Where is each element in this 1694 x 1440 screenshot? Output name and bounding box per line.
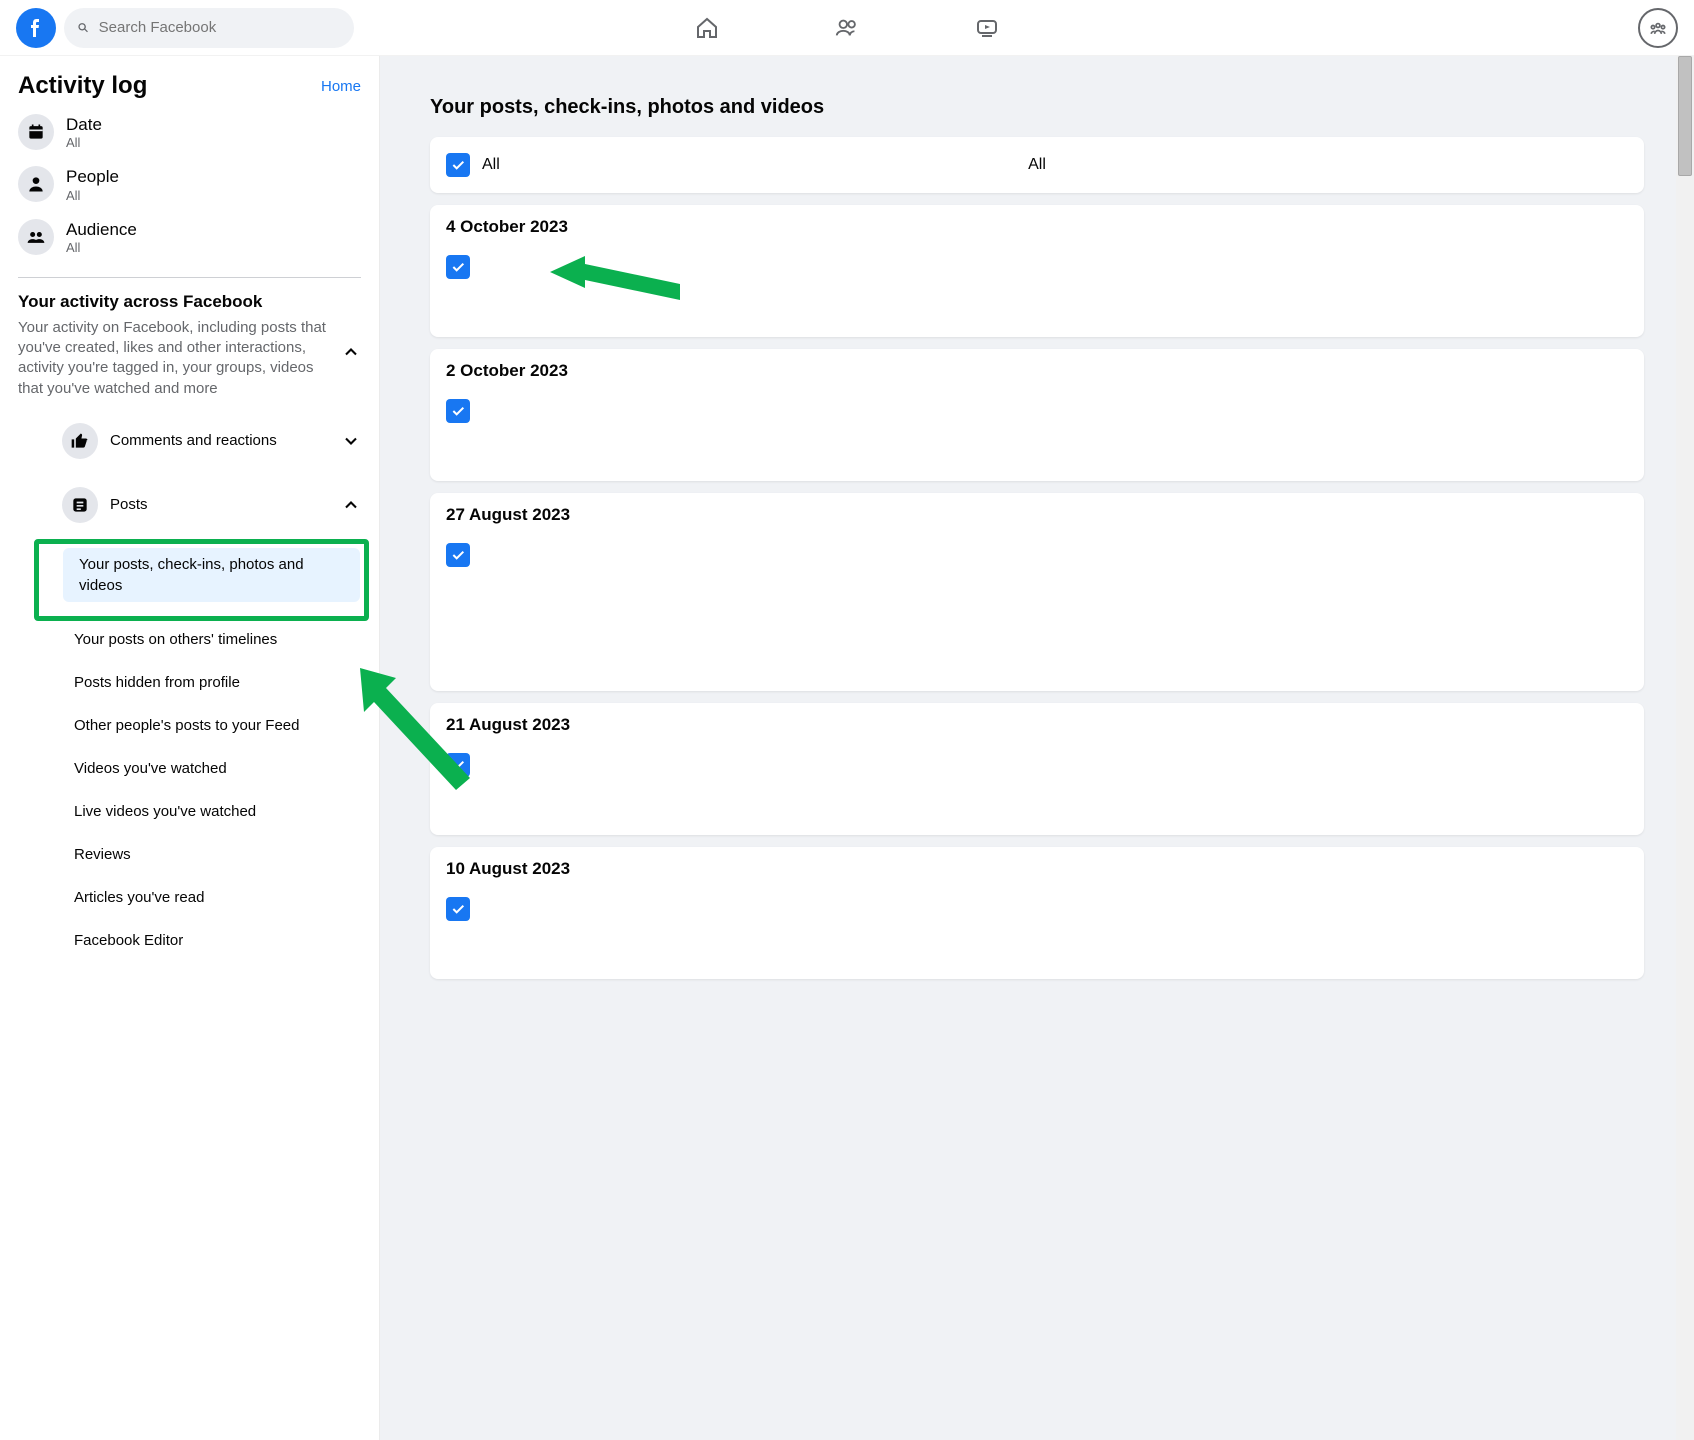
sub-live-videos[interactable]: Live videos you've watched (58, 795, 365, 828)
check-icon (450, 259, 466, 275)
groups-icon (1648, 18, 1668, 38)
entry-body (446, 753, 1628, 817)
entry-checkbox[interactable] (446, 543, 470, 567)
posts-sublist: Your posts, check-ins, photos and videos… (14, 539, 365, 957)
posts-icon (62, 487, 98, 523)
nav-home[interactable] (682, 3, 732, 53)
activity-section[interactable]: Your activity across Facebook Your activ… (14, 292, 365, 399)
entry-date: 27 August 2023 (446, 505, 1628, 525)
sidebar-title: Activity log (18, 72, 147, 100)
annotation-box: Your posts, check-ins, photos and videos (34, 539, 369, 621)
chevron-up-icon[interactable] (341, 495, 361, 515)
entry-card: 2 October 2023 (430, 349, 1644, 481)
select-all-card: All All (430, 137, 1644, 193)
entry-date: 4 October 2023 (446, 217, 1628, 237)
entry-checkbox[interactable] (446, 399, 470, 423)
filter-date-title: Date (66, 114, 102, 135)
filter-people-title: People (66, 166, 119, 187)
main-content: Your posts, check-ins, photos and videos… (380, 56, 1694, 1440)
activity-section-desc: Your activity on Facebook, including pos… (18, 318, 329, 399)
entry-card: 21 August 2023 (430, 703, 1644, 835)
activity-section-title: Your activity across Facebook (18, 292, 329, 312)
sub-posts-others[interactable]: Your posts on others' timelines (58, 623, 365, 656)
chevron-down-icon[interactable] (341, 431, 361, 451)
filter-date-sub: All (66, 135, 102, 150)
entry-checkbox[interactable] (446, 255, 470, 279)
sub-videos-watched[interactable]: Videos you've watched (58, 752, 365, 785)
search-input[interactable] (99, 19, 342, 36)
nav-posts-label: Posts (110, 496, 329, 513)
nav-comments-label: Comments and reactions (110, 432, 329, 449)
entry-date: 10 August 2023 (446, 859, 1628, 879)
filter-date[interactable]: Date All (14, 106, 365, 158)
thumbs-up-icon (62, 423, 98, 459)
sub-facebook-editor[interactable]: Facebook Editor (58, 924, 365, 957)
entry-body (446, 255, 1628, 319)
check-icon (450, 901, 466, 917)
nav-friends[interactable] (822, 3, 872, 53)
sub-hidden-posts[interactable]: Posts hidden from profile (58, 666, 365, 699)
sub-articles[interactable]: Articles you've read (58, 881, 365, 914)
entry-body (446, 399, 1628, 463)
audience-icon (18, 219, 54, 255)
check-icon (450, 757, 466, 773)
page-title: Your posts, check-ins, photos and videos (430, 96, 1644, 119)
entry-date: 2 October 2023 (446, 361, 1628, 381)
entry-body (446, 897, 1628, 961)
entry-card: 10 August 2023 (430, 847, 1644, 979)
chevron-up-icon[interactable] (341, 342, 361, 362)
entry-card: 27 August 2023 (430, 493, 1644, 691)
person-icon (18, 166, 54, 202)
entry-date: 21 August 2023 (446, 715, 1628, 735)
search-field[interactable] (64, 8, 354, 48)
filter-audience[interactable]: Audience All (14, 211, 365, 263)
check-icon (450, 547, 466, 563)
all-label-center: All (1028, 156, 1046, 174)
friends-icon (834, 15, 860, 41)
all-label-left: All (482, 156, 500, 174)
home-link[interactable]: Home (321, 78, 361, 95)
sub-other-peoples-posts[interactable]: Other people's posts to your Feed (58, 709, 365, 742)
entry-card: 4 October 2023 (430, 205, 1644, 337)
checkbox-all[interactable] (446, 153, 470, 177)
scrollbar[interactable] (1676, 56, 1694, 1440)
facebook-logo[interactable] (16, 8, 56, 48)
sidebar: Activity log Home Date All People All (0, 56, 380, 1440)
filter-people-sub: All (66, 188, 119, 203)
filter-audience-sub: All (66, 240, 137, 255)
check-icon (450, 403, 466, 419)
nav-posts[interactable]: Posts (38, 481, 365, 529)
check-icon (450, 157, 466, 173)
video-icon (974, 15, 1000, 41)
sub-your-posts[interactable]: Your posts, check-ins, photos and videos (63, 548, 360, 602)
filter-audience-title: Audience (66, 219, 137, 240)
nav-watch[interactable] (962, 3, 1012, 53)
nav-comments-reactions[interactable]: Comments and reactions (38, 417, 365, 465)
entry-checkbox[interactable] (446, 897, 470, 921)
divider (18, 277, 361, 278)
search-icon (76, 20, 91, 36)
sub-reviews[interactable]: Reviews (58, 838, 365, 871)
filter-people[interactable]: People All (14, 158, 365, 210)
top-bar (0, 0, 1694, 56)
entry-checkbox[interactable] (446, 753, 470, 777)
entry-body (446, 543, 1628, 673)
sidebar-header: Activity log Home (14, 62, 365, 106)
calendar-icon (18, 114, 54, 150)
top-navigation (682, 0, 1012, 56)
home-icon (694, 15, 720, 41)
nav-groups[interactable] (1638, 8, 1678, 48)
scrollbar-thumb[interactable] (1678, 56, 1692, 176)
